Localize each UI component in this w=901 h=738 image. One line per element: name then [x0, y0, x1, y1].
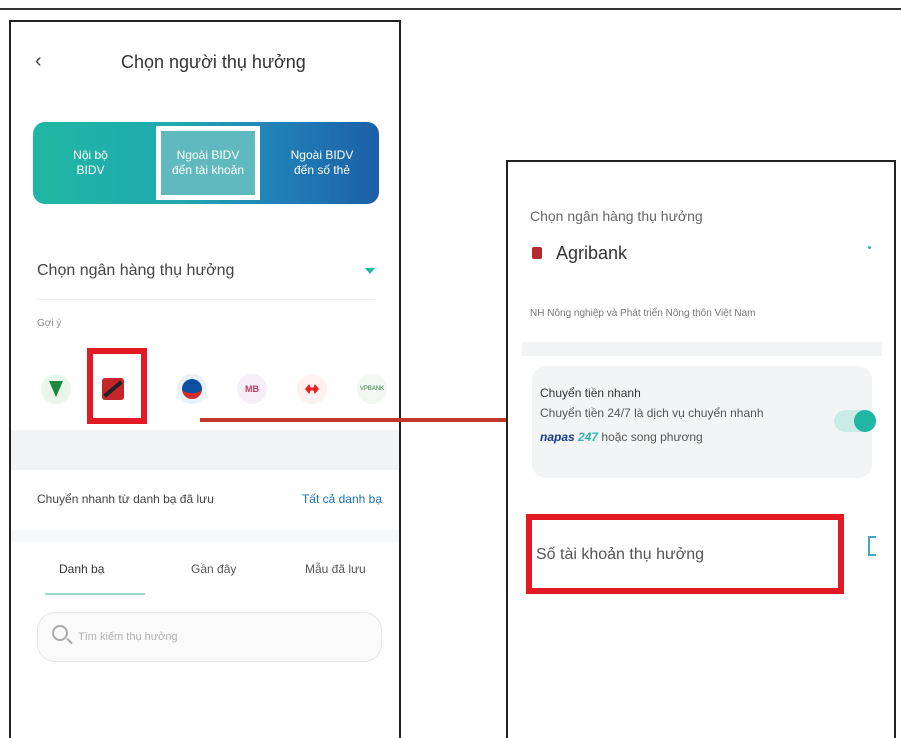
all-contacts-link[interactable]: Tất cả danh bạ: [302, 492, 382, 506]
vietcombank-icon[interactable]: [41, 374, 71, 404]
vietinbank-icon[interactable]: [177, 374, 207, 404]
selected-bank-name: Agribank: [556, 242, 628, 263]
techcombank-icon[interactable]: [297, 374, 327, 404]
section-divider-2: [11, 530, 399, 542]
napas-247-logo: 247: [578, 430, 599, 444]
top-rule: [0, 8, 901, 10]
edit-indicator-icon: [868, 246, 871, 249]
contacts-row: Chuyển nhanh từ danh bạ đã lưu Tất cả da…: [37, 478, 382, 528]
fast-transfer-desc: Chuyển tiền 24/7 là dịch vụ chuyển nhanh: [540, 406, 764, 420]
account-number-field[interactable]: Số tài khoản thụ hưởng: [526, 514, 844, 594]
active-tab-indicator: [45, 593, 145, 595]
fast-transfer-title: Chuyển tiền nhanh: [540, 386, 641, 400]
section-divider: [522, 342, 882, 356]
tab-external-account[interactable]: Ngoài BIDV đến tài khoản: [156, 126, 260, 200]
chevron-down-icon: [365, 268, 375, 274]
tab-internal-bidv[interactable]: Nội bộ BIDV: [33, 122, 148, 204]
left-screen: ‹ Chọn người thụ hưởng Nội bộ BIDV Ngoài…: [9, 20, 401, 738]
fast-transfer-card: Chuyển tiền nhanh Chuyển tiền 24/7 là dị…: [532, 366, 876, 478]
selected-bank-full-name: NH Nông nghiệp và Phát triển Nông thôn V…: [530, 308, 756, 319]
fast-transfer-desc-suffix: hoặc song phương: [601, 430, 703, 444]
selected-bank[interactable]: Agribank: [532, 238, 627, 268]
right-screen: Chọn ngân hàng thụ hưởng Agribank NH Nôn…: [506, 160, 896, 738]
section-divider: [11, 430, 399, 470]
tab-external-account-label: Ngoài BIDV đến tài khoản: [171, 148, 245, 177]
tab-saved-templates[interactable]: Mẫu đã lưu: [305, 562, 366, 576]
contact-tabs: Danh bạ Gần đây Mẫu đã lưu: [37, 542, 382, 598]
vpbank-icon[interactable]: VPBANK: [357, 374, 387, 404]
mb-icon[interactable]: MB: [237, 374, 267, 404]
agribank-icon[interactable]: [102, 378, 124, 400]
right-screen-content: Chọn ngân hàng thụ hưởng Agribank NH Nôn…: [522, 176, 882, 736]
agribank-logo-icon: [532, 247, 542, 259]
page-title: Chọn người thụ hưởng: [121, 52, 306, 72]
back-icon[interactable]: ‹: [35, 51, 51, 71]
bank-select-label: Chọn ngân hàng thụ hưởng: [530, 208, 703, 224]
fast-transfer-desc-2: napas 247 hoặc song phương: [540, 430, 703, 444]
bank-select-dropdown[interactable]: Chọn ngân hàng thụ hưởng: [35, 252, 375, 300]
tab-contacts[interactable]: Danh bạ: [59, 562, 104, 576]
search-input[interactable]: [78, 627, 358, 647]
search-icon: [52, 625, 68, 641]
tab-recent[interactable]: Gần đây: [191, 562, 236, 576]
search-box: [37, 612, 382, 662]
contacts-label: Chuyển nhanh từ danh bạ đã lưu: [37, 492, 214, 506]
tab-external-card[interactable]: Ngoài BIDV đến số thẻ: [265, 122, 379, 204]
bank-select-label: Chọn ngân hàng thụ hưởng: [37, 262, 235, 279]
tab-internal-bidv-label: Nội bộ BIDV: [73, 148, 108, 177]
tab-external-card-label: Ngoài BIDV đến số thẻ: [290, 148, 354, 177]
arrow-line: [200, 418, 510, 422]
suggest-label: Gợi ý: [37, 318, 62, 329]
napas-logo: napas: [540, 430, 575, 444]
toggle-knob: [854, 410, 876, 432]
transfer-type-tabs: Nội bộ BIDV Ngoài BIDV đến tài khoản Ngo…: [33, 122, 379, 204]
fast-transfer-toggle[interactable]: [834, 410, 876, 432]
account-number-input[interactable]: [532, 520, 838, 588]
contact-book-icon[interactable]: [868, 536, 876, 556]
